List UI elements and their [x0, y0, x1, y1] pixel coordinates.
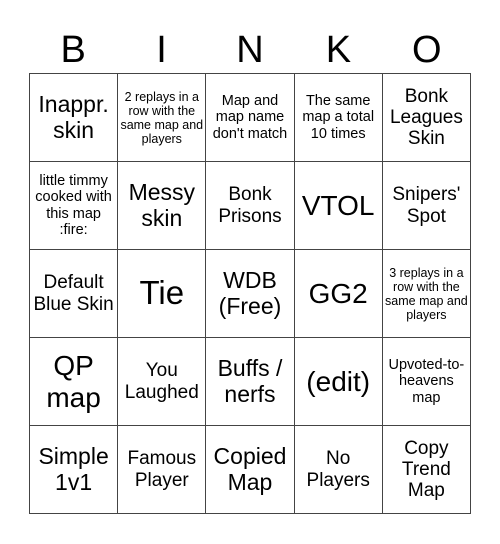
bingo-cell[interactable]: 2 replays in a row with the same map and…: [118, 74, 207, 162]
bingo-cell-label: You Laughed: [124, 360, 199, 403]
bingo-cell-label: VTOL: [301, 189, 375, 221]
bingo-cell[interactable]: VTOL: [294, 162, 383, 250]
bingo-cell[interactable]: GG2: [294, 250, 383, 338]
bingo-cell-label: 2 replays in a row with the same map and…: [120, 89, 204, 146]
bingo-cell[interactable]: little timmy cooked with this map :fire:: [30, 162, 119, 250]
bingo-cell-label: QP map: [46, 350, 101, 413]
bingo-cell-label: Copied Map: [213, 442, 287, 495]
bingo-cell[interactable]: WDB (Free): [206, 250, 295, 338]
bingo-cell-label: Default Blue Skin: [33, 272, 114, 315]
bingo-cell[interactable]: Tie: [118, 250, 207, 338]
bingo-cell-label: Upvoted-to-heavens map: [388, 357, 465, 406]
bingo-header: B I N K O: [29, 28, 471, 73]
bingo-cell[interactable]: Bonk Prisons: [206, 162, 295, 250]
bingo-cell-label: (edit): [306, 365, 371, 397]
bingo-cell-label: GG2: [308, 277, 368, 309]
bingo-cell[interactable]: (edit): [294, 338, 383, 426]
bingo-cell[interactable]: Snipers' Spot: [382, 162, 471, 250]
bingo-cell[interactable]: Buffs / nerfs: [206, 338, 295, 426]
bingo-cell-label: Snipers' Spot: [392, 184, 461, 227]
header-letter: O: [411, 29, 442, 71]
header-letter: K: [325, 29, 352, 71]
bingo-cell[interactable]: Map and map name don't match: [206, 74, 295, 162]
bingo-cell[interactable]: Copied Map: [206, 426, 295, 514]
bingo-cell-label: Messy skin: [128, 178, 196, 231]
bingo-grid: Inappr. skin 2 replays in a row with the …: [29, 73, 471, 514]
bingo-cell[interactable]: Upvoted-to-heavens map: [382, 338, 471, 426]
bingo-cell-label: Simple 1v1: [38, 442, 109, 495]
bingo-cell-label: Bonk Leagues Skin: [389, 85, 463, 150]
bingo-cell-label: WDB (Free): [218, 266, 282, 319]
bingo-cell-label: 3 replays in a row with the same map and…: [385, 265, 468, 322]
bingo-cell[interactable]: Inappr. skin: [30, 74, 119, 162]
bingo-cell[interactable]: Bonk Leagues Skin: [382, 74, 471, 162]
bingo-cell-label: little timmy cooked with this map :fire:: [35, 173, 112, 238]
bingo-cell-label: Tie: [139, 274, 185, 312]
bingo-cell-label: Famous Player: [127, 448, 197, 491]
bingo-cell[interactable]: The same map a total 10 times: [294, 74, 383, 162]
bingo-cell[interactable]: Messy skin: [118, 162, 207, 250]
bingo-cell-label: Buffs / nerfs: [217, 354, 283, 407]
bingo-cell[interactable]: 3 replays in a row with the same map and…: [382, 250, 471, 338]
bingo-cell[interactable]: QP map: [30, 338, 119, 426]
bingo-cell[interactable]: Famous Player: [118, 426, 207, 514]
header-letter: B: [60, 29, 86, 71]
bingo-cell-label: No Players: [306, 448, 370, 491]
bingo-cell[interactable]: You Laughed: [118, 338, 207, 426]
bingo-cell[interactable]: Default Blue Skin: [30, 250, 119, 338]
bingo-cell-label: Copy Trend Map: [401, 437, 451, 502]
bingo-cell-label: The same map a total 10 times: [302, 93, 375, 142]
bingo-cell-label: Map and map name don't match: [212, 93, 288, 142]
bingo-cell-label: Bonk Prisons: [218, 184, 282, 227]
header-letter: I: [156, 29, 167, 71]
bingo-cell[interactable]: No Players: [294, 426, 383, 514]
header-letter: N: [236, 29, 264, 71]
bingo-cell-label: Inappr. skin: [38, 90, 109, 143]
bingo-cell[interactable]: Copy Trend Map: [382, 426, 471, 514]
bingo-cell[interactable]: Simple 1v1: [30, 426, 119, 514]
